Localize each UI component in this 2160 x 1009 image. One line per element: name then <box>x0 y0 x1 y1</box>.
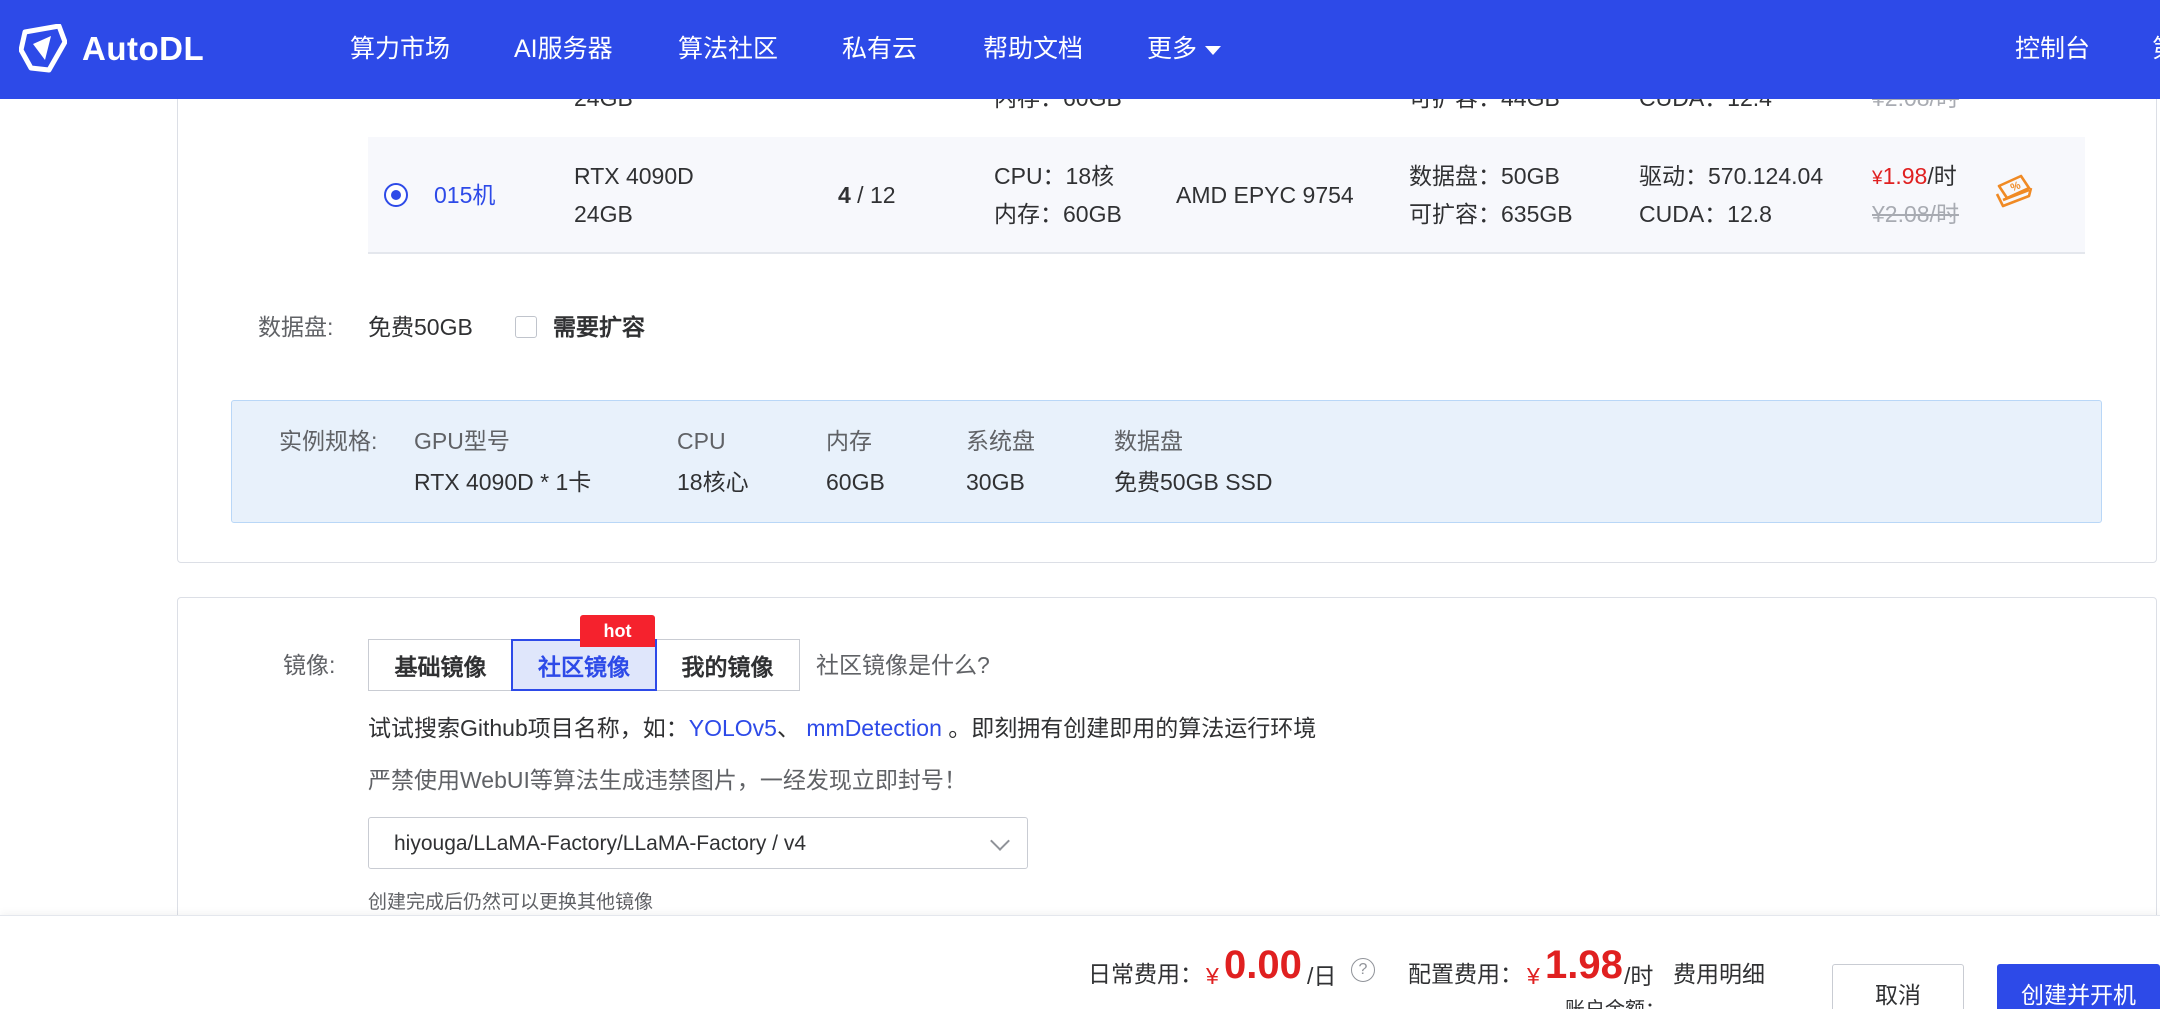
config-cost-label: 配置费用： <box>1408 961 1523 987</box>
machine-price: ¥1.98/时 <box>1872 157 1957 198</box>
machine-expandable: 可扩容：635GB <box>1409 201 1573 227</box>
coupon-percent-icon[interactable]: % <box>1993 172 2035 212</box>
spec-header-system-disk: 系统盘 <box>966 428 1035 454</box>
image-change-note: 创建完成后仍然可以更换其他镜像 <box>368 892 654 913</box>
instance-spec-panel <box>231 400 2102 523</box>
expand-disk-checkbox[interactable] <box>515 316 537 338</box>
account-balance-partial: 账户余额： <box>1565 998 1665 1009</box>
nav-help-docs[interactable]: 帮助文档 <box>983 33 1083 65</box>
machine-orig-price: ¥2.08/时 <box>1872 201 1959 227</box>
cost-detail-link[interactable]: 费用明细 <box>1673 959 1765 989</box>
image-warning: 严禁使用WebUI等算法生成违禁图片，一经发现立即封号！ <box>368 767 967 793</box>
tab-my-image[interactable]: 我的镜像 <box>655 639 800 691</box>
brand-logo[interactable]: AutoDL <box>19 24 204 74</box>
spec-value-memory: 60GB <box>826 469 885 495</box>
machine-radio-selected[interactable] <box>384 183 408 207</box>
chevron-down-icon <box>990 831 1010 851</box>
daily-cost-label: 日常费用： <box>1088 961 1203 987</box>
spec-header-data-disk: 数据盘 <box>1114 428 1183 454</box>
cancel-button[interactable]: 取消 <box>1832 964 1964 1009</box>
image-select[interactable]: hiyouga/LLaMA-Factory/LLaMA-Factory / v4 <box>368 817 1028 869</box>
nav-more-label: 更多 <box>1147 35 1198 63</box>
nav-user-partial[interactable]: 第 <box>2152 33 2160 65</box>
config-cost-currency: ¥ <box>1527 963 1540 989</box>
spec-value-cpu: 18核心 <box>677 469 749 495</box>
row-divider <box>368 253 2085 254</box>
hot-badge: hot <box>580 615 655 647</box>
autodl-logo-icon <box>19 24 67 73</box>
spec-header-memory: 内存 <box>826 428 872 454</box>
machine-cuda: CUDA：12.8 <box>1639 201 1772 227</box>
top-navbar: AutoDL 算力市场 AI服务器 算法社区 私有云 帮助文档 更多 控制台 第 <box>0 0 2160 99</box>
price-value: 1.98 <box>1882 163 1928 189</box>
spec-value-system-disk: 30GB <box>966 469 1025 495</box>
create-and-start-button[interactable]: 创建并开机 <box>1997 964 2160 1009</box>
price-currency: ¥ <box>1872 168 1883 189</box>
data-disk-label: 数据盘: <box>258 314 334 340</box>
what-is-community-image-link[interactable]: 社区镜像是什么? <box>816 650 990 680</box>
daily-cost-currency: ¥ <box>1206 963 1219 989</box>
tab-base-image[interactable]: 基础镜像 <box>368 639 513 691</box>
daily-cost-amount: 0.00 <box>1224 943 1302 987</box>
machine-gpu-model: RTX 4090D <box>574 163 694 189</box>
hint-link-yolov5[interactable]: YOLOv5 <box>689 715 777 741</box>
brand-name: AutoDL <box>82 30 205 67</box>
expand-disk-label[interactable]: 需要扩容 <box>553 312 645 342</box>
machine-driver: 驱动：570.124.04 <box>1639 163 1824 189</box>
hint-separator: 、 <box>776 715 800 741</box>
nav-more[interactable]: 更多 <box>1147 33 1222 65</box>
gpu-separator: / <box>850 182 870 208</box>
price-unit: /时 <box>1927 163 1957 189</box>
spec-header-cpu: CPU <box>677 428 726 454</box>
data-disk-value: 免费50GB <box>368 314 473 340</box>
nav-private-cloud[interactable]: 私有云 <box>842 33 917 65</box>
hint-link-mmdetection[interactable]: mmDetection <box>806 715 941 741</box>
machine-data-disk: 数据盘：50GB <box>1409 163 1560 189</box>
hint-prefix: 试试搜索Github项目名称，如： <box>368 715 689 741</box>
gpu-total-count: 12 <box>869 182 896 208</box>
machine-cpu: CPU：18核 <box>994 163 1115 189</box>
nav-ai-server[interactable]: AI服务器 <box>514 33 613 65</box>
machine-gpu-availability: 4 / 12 <box>838 176 896 214</box>
machine-name: 015机 <box>434 182 496 208</box>
question-circle-icon[interactable]: ? <box>1351 958 1375 982</box>
hint-suffix: 。即刻拥有创建即用的算法运行环境 <box>941 715 1317 741</box>
daily-cost-unit: /日 <box>1307 963 1337 989</box>
spec-value-data-disk: 免费50GB SSD <box>1114 469 1273 495</box>
nav-algorithm-community[interactable]: 算法社区 <box>678 33 778 65</box>
spec-label: 实例规格: <box>279 428 378 454</box>
spec-header-gpu: GPU型号 <box>414 428 510 454</box>
machine-cpu-model: AMD EPYC 9754 <box>1176 182 1354 208</box>
nav-console[interactable]: 控制台 <box>2015 33 2090 65</box>
nav-compute-market[interactable]: 算力市场 <box>350 33 450 65</box>
gpu-available-count: 4 <box>838 182 851 208</box>
config-cost-amount: 1.98 <box>1545 943 1623 987</box>
machine-memory: 内存：60GB <box>994 201 1122 227</box>
machine-gpu-mem: 24GB <box>574 201 633 227</box>
image-label: 镜像: <box>283 652 336 678</box>
config-cost-unit: /时 <box>1624 963 1654 989</box>
caret-down-icon <box>1205 45 1222 55</box>
image-search-hint: 试试搜索Github项目名称，如：YOLOv5、 mmDetection 。即刻… <box>368 713 1316 743</box>
image-select-value: hiyouga/LLaMA-Factory/LLaMA-Factory / v4 <box>394 832 807 855</box>
spec-value-gpu: RTX 4090D * 1卡 <box>414 469 592 495</box>
